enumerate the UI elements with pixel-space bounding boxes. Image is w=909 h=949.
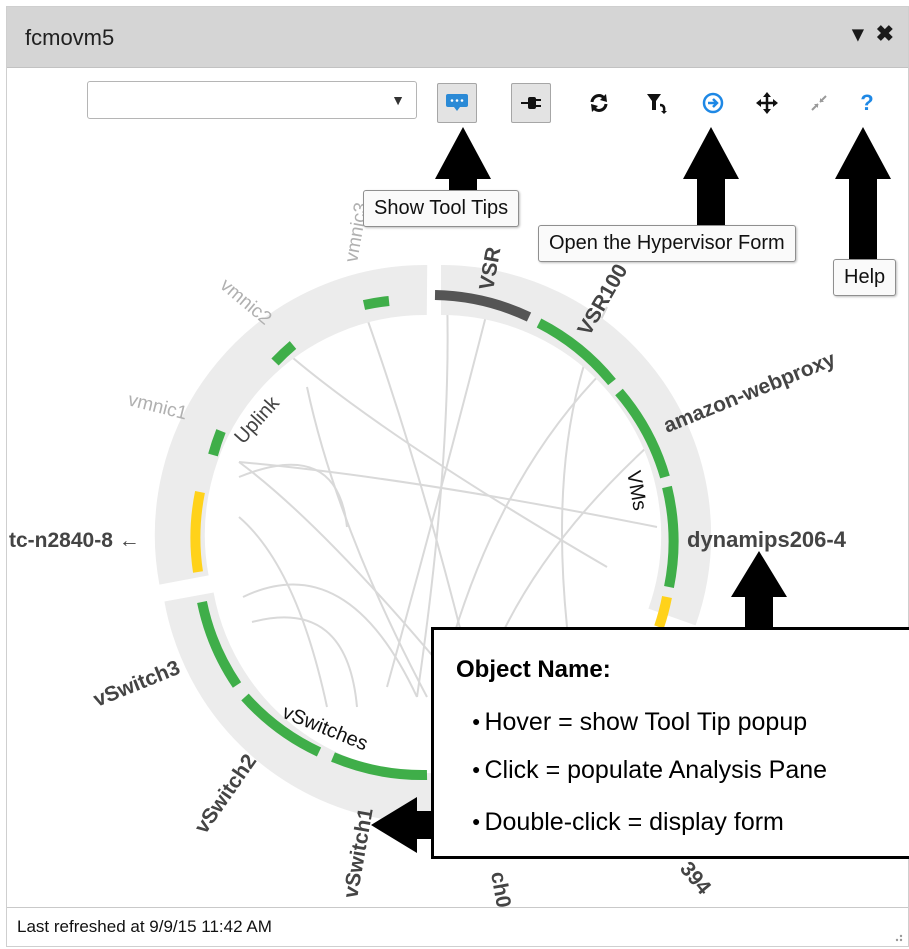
- callout-line: ● Click = populate Analysis Pane: [472, 756, 827, 785]
- node-label-vmnic2[interactable]: vmnic2: [216, 275, 276, 330]
- arrow-up-tooltips: [435, 127, 491, 195]
- vmnic3-segment[interactable]: [362, 296, 390, 310]
- callout-line-text: Hover = show Tool Tip popup: [484, 708, 808, 736]
- node-label-amazon-webproxy[interactable]: amazon-webproxy: [660, 348, 839, 438]
- chord-link: [251, 616, 358, 708]
- node-label-vswitch2[interactable]: vSwitch2: [190, 750, 261, 838]
- chord-link: [238, 461, 658, 528]
- last-refreshed-text: Last refreshed at 9/9/15 11:42 AM: [17, 917, 272, 936]
- chord-link: [306, 386, 428, 698]
- tc-n2840-segment[interactable]: [190, 491, 205, 573]
- object-name-callout: Object Name: ● Hover = show Tool Tip popu…: [431, 627, 909, 859]
- vms-group-label: VMs: [622, 469, 651, 512]
- callout-line: ● Hover = show Tool Tip popup: [472, 708, 807, 737]
- callout-line-text: Click = populate Analysis Pane: [484, 756, 828, 784]
- tooltip-help: Help: [833, 259, 897, 296]
- node-label-vmnic1[interactable]: vmnic1: [126, 389, 189, 424]
- resize-grip-icon[interactable]: [890, 929, 904, 943]
- chord-link: [238, 516, 328, 708]
- arrow-up-dynamips: [731, 551, 787, 629]
- tooltip-show-tool-tips: Show Tool Tips: [363, 190, 520, 227]
- node-label-vswitch3[interactable]: vSwitch3: [90, 656, 183, 711]
- node-label-vswitch1[interactable]: vSwitch1: [339, 806, 378, 900]
- node-label-tc-n2840[interactable]: tc-n2840-8 ←: [9, 529, 140, 552]
- callout-line: ● Double-click = display form: [472, 808, 784, 837]
- arrow-up-hypervisor: [683, 127, 739, 225]
- arrow-up-help: [835, 127, 891, 259]
- chord-link: [242, 583, 418, 698]
- bullet-icon: ●: [472, 713, 481, 730]
- node-label-vswitch0[interactable]: ch0: [486, 870, 515, 907]
- node-label-dynamips[interactable]: dynamips206-4: [687, 527, 847, 552]
- bullet-icon: ●: [472, 761, 481, 778]
- node-label-394[interactable]: 394: [675, 857, 715, 899]
- status-bar: Last refreshed at 9/9/15 11:42 AM: [7, 907, 908, 946]
- bullet-icon: ●: [472, 813, 481, 830]
- tooltip-open-hypervisor-form: Open the Hypervisor Form: [538, 225, 796, 262]
- topology-pane: fcmovm5 ▾ ✖ ▼ ? Uplink VMs vSwitches VSR…: [6, 6, 909, 947]
- callout-heading: Object Name:: [456, 656, 611, 683]
- callout-line-text: Double-click = display form: [484, 808, 784, 836]
